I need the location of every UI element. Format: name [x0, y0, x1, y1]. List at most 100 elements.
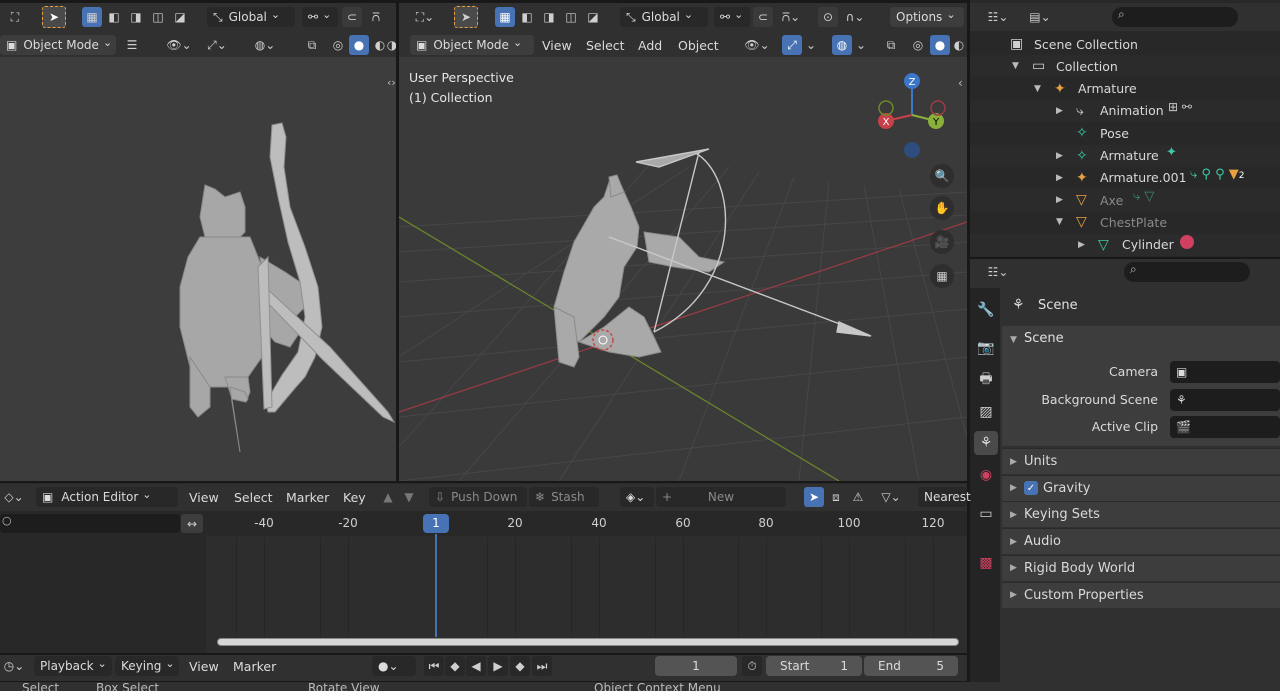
main-pivot-button[interactable]: ⚯	[714, 7, 750, 27]
play-reverse-icon[interactable]: ◀	[466, 656, 486, 676]
main-visibility-icon[interactable]: 👁⌄	[742, 35, 772, 55]
scene-tab-icon[interactable]: ⚘	[974, 431, 998, 455]
start-frame-field[interactable]: Start 1	[766, 656, 862, 676]
action-editor-mode-select[interactable]: ▣ Action Editor	[36, 487, 178, 507]
timeline-editor-icon[interactable]: ◷⌄	[0, 656, 28, 676]
playback-menu[interactable]: Playback	[34, 656, 112, 676]
horizontal-scrollbar[interactable]	[217, 638, 959, 646]
main-material-icon[interactable]: ◐	[951, 35, 967, 55]
action-browse-button[interactable]: ◈⌄	[620, 487, 654, 507]
layer-down-icon[interactable]: ▼	[399, 487, 419, 507]
outliner-item[interactable]: ▼ ▭ Collection	[970, 55, 1280, 78]
output-tab-icon[interactable]: 🖶	[974, 368, 998, 392]
main-select-tool-icon[interactable]: ➤	[454, 6, 478, 28]
main-select-box-icon[interactable]: ▦	[495, 7, 515, 27]
filter-icon[interactable]: ▽⌄	[874, 487, 908, 507]
auto-keying-button[interactable]: ●⌄	[372, 656, 416, 676]
jump-end-icon[interactable]: ⏭	[532, 656, 552, 676]
only-selected-icon[interactable]: ➤	[804, 487, 824, 507]
outliner-item[interactable]: ✧ Pose	[970, 122, 1280, 144]
outliner-search-input[interactable]: ⌕	[1112, 7, 1238, 27]
main-menu-object[interactable]: Object	[678, 38, 719, 53]
timeline-menu-marker[interactable]: Marker	[233, 659, 276, 674]
options-dropdown[interactable]: Options	[890, 7, 964, 27]
camera-field[interactable]: ▣	[1170, 361, 1280, 383]
view-layer-tab-icon[interactable]: ▨	[974, 400, 998, 424]
properties-panel-header[interactable]: ▶ Rigid Body World	[1002, 554, 1280, 581]
left-visibility-icon[interactable]: 👁⌄	[164, 35, 194, 55]
main-solid-icon[interactable]: ●	[930, 35, 950, 55]
outliner-editor-icon[interactable]: ☷⌄	[982, 7, 1014, 27]
play-icon[interactable]: ▶	[488, 656, 508, 676]
expand-arrow-icon[interactable]: ▶	[1078, 240, 1085, 250]
tool-tab-icon[interactable]: 🔧	[974, 298, 998, 322]
outliner-item[interactable]: ▣ Scene Collection	[970, 33, 1280, 55]
collection-tab-icon[interactable]: ▭	[974, 502, 998, 526]
action-menu-view[interactable]: View	[189, 490, 219, 505]
collapse-arrow-icon[interactable]: ▼	[1012, 61, 1019, 71]
properties-panel-header[interactable]: ▶ Keying Sets	[1002, 501, 1280, 528]
swap-icon[interactable]: ↔	[181, 514, 203, 533]
editor-type-icon[interactable]: ⛶	[2, 7, 28, 27]
gravity-checkbox[interactable]: ✓	[1024, 481, 1038, 496]
outliner-item[interactable]: ▶ ✧ Armature	[970, 144, 1280, 167]
left-transform-orientation[interactable]: ⤡ Global	[207, 7, 295, 27]
main-menu-select[interactable]: Select	[586, 38, 625, 53]
outliner-display-mode-icon[interactable]: ▤⌄	[1024, 7, 1056, 27]
render-tab-icon[interactable]: 📷	[974, 336, 998, 360]
expand-arrow-icon[interactable]: ▶	[1056, 173, 1063, 183]
select-intersect-icon[interactable]: ◪	[170, 7, 190, 27]
next-keyframe-icon[interactable]: ◆	[510, 656, 530, 676]
main-gizmo-dropdown-icon[interactable]: ⌄	[804, 35, 818, 55]
select-subtract-icon[interactable]: ◨	[126, 7, 146, 27]
properties-panel-header[interactable]: ▶ Custom Properties	[1002, 581, 1280, 608]
show-hidden-icon[interactable]: ⧈	[826, 487, 846, 507]
prev-keyframe-icon[interactable]: ◆	[445, 656, 465, 676]
jump-start-icon[interactable]: ⏮	[424, 656, 444, 676]
main-wireframe-icon[interactable]: ◎	[908, 35, 928, 55]
snap-mode-select[interactable]: Nearest	[918, 487, 971, 507]
expand-arrow-icon[interactable]: ▶	[1056, 106, 1063, 116]
stopwatch-icon[interactable]: ⏱	[742, 656, 762, 676]
left-pivot-button[interactable]: ⚯	[302, 7, 338, 27]
push-down-button[interactable]: ⇩ Push Down	[429, 487, 527, 507]
end-frame-field[interactable]: End 5	[864, 656, 958, 676]
action-editor-type-icon[interactable]: ◇⌄	[0, 487, 28, 507]
background-scene-field[interactable]: ⚘	[1170, 389, 1280, 411]
scene-section-header[interactable]: ▼ Scene	[1010, 331, 1064, 346]
active-clip-field[interactable]: 🎬	[1170, 416, 1280, 438]
main-menu-view[interactable]: View	[542, 38, 572, 53]
main-select-intersect-icon[interactable]: ◪	[583, 7, 603, 27]
camera-view-icon[interactable]: 🎥	[930, 230, 954, 254]
new-action-button[interactable]: + New	[656, 487, 786, 507]
main-mode-select[interactable]: ▣ Object Mode	[410, 35, 534, 55]
main-editor-type-icon[interactable]: ⛶⌄	[410, 7, 440, 27]
left-solid-icon[interactable]: ●	[349, 35, 369, 55]
expand-arrow-icon[interactable]: ▶	[1056, 151, 1063, 161]
properties-search-input[interactable]: ⌕	[1124, 262, 1250, 282]
main-xray-icon[interactable]: ⧉	[881, 35, 901, 55]
main-overlay-icon[interactable]: ◍	[832, 35, 852, 55]
world-tab-icon[interactable]: ◉	[974, 463, 998, 487]
pan-hand-icon[interactable]: ✋	[930, 196, 954, 220]
left-overlay-icon[interactable]: ◍⌄	[250, 35, 280, 55]
main-select-invert-icon[interactable]: ◫	[561, 7, 581, 27]
outliner-item[interactable]: ▼ ✦ Armature	[970, 78, 1280, 100]
current-frame-indicator[interactable]: 1	[423, 514, 449, 533]
action-menu-select[interactable]: Select	[234, 490, 273, 505]
main-menu-add[interactable]: Add	[638, 38, 662, 53]
main-snap-icon[interactable]: ⊂	[753, 7, 773, 27]
channel-search-input[interactable]: ○	[0, 514, 180, 533]
left-xray-icon[interactable]: ⧉	[302, 35, 322, 55]
sidebar-toggle-icon[interactable]: ‹	[958, 76, 963, 90]
main-select-extend-icon[interactable]: ◧	[517, 7, 537, 27]
layer-up-icon[interactable]: ▲	[378, 487, 398, 507]
timeline-menu-view[interactable]: View	[189, 659, 219, 674]
expand-arrow-icon[interactable]: ▶	[1056, 195, 1063, 205]
collapse-arrow-icon[interactable]: ▼	[1056, 217, 1063, 227]
properties-panel-header[interactable]: ▶ Audio	[1002, 528, 1280, 555]
main-transform-orientation[interactable]: ⤡ Global	[620, 7, 708, 27]
main-select-subtract-icon[interactable]: ◨	[539, 7, 559, 27]
action-menu-key[interactable]: Key	[343, 490, 366, 505]
outliner-item[interactable]: ▶ ▽ Axe	[970, 189, 1280, 212]
